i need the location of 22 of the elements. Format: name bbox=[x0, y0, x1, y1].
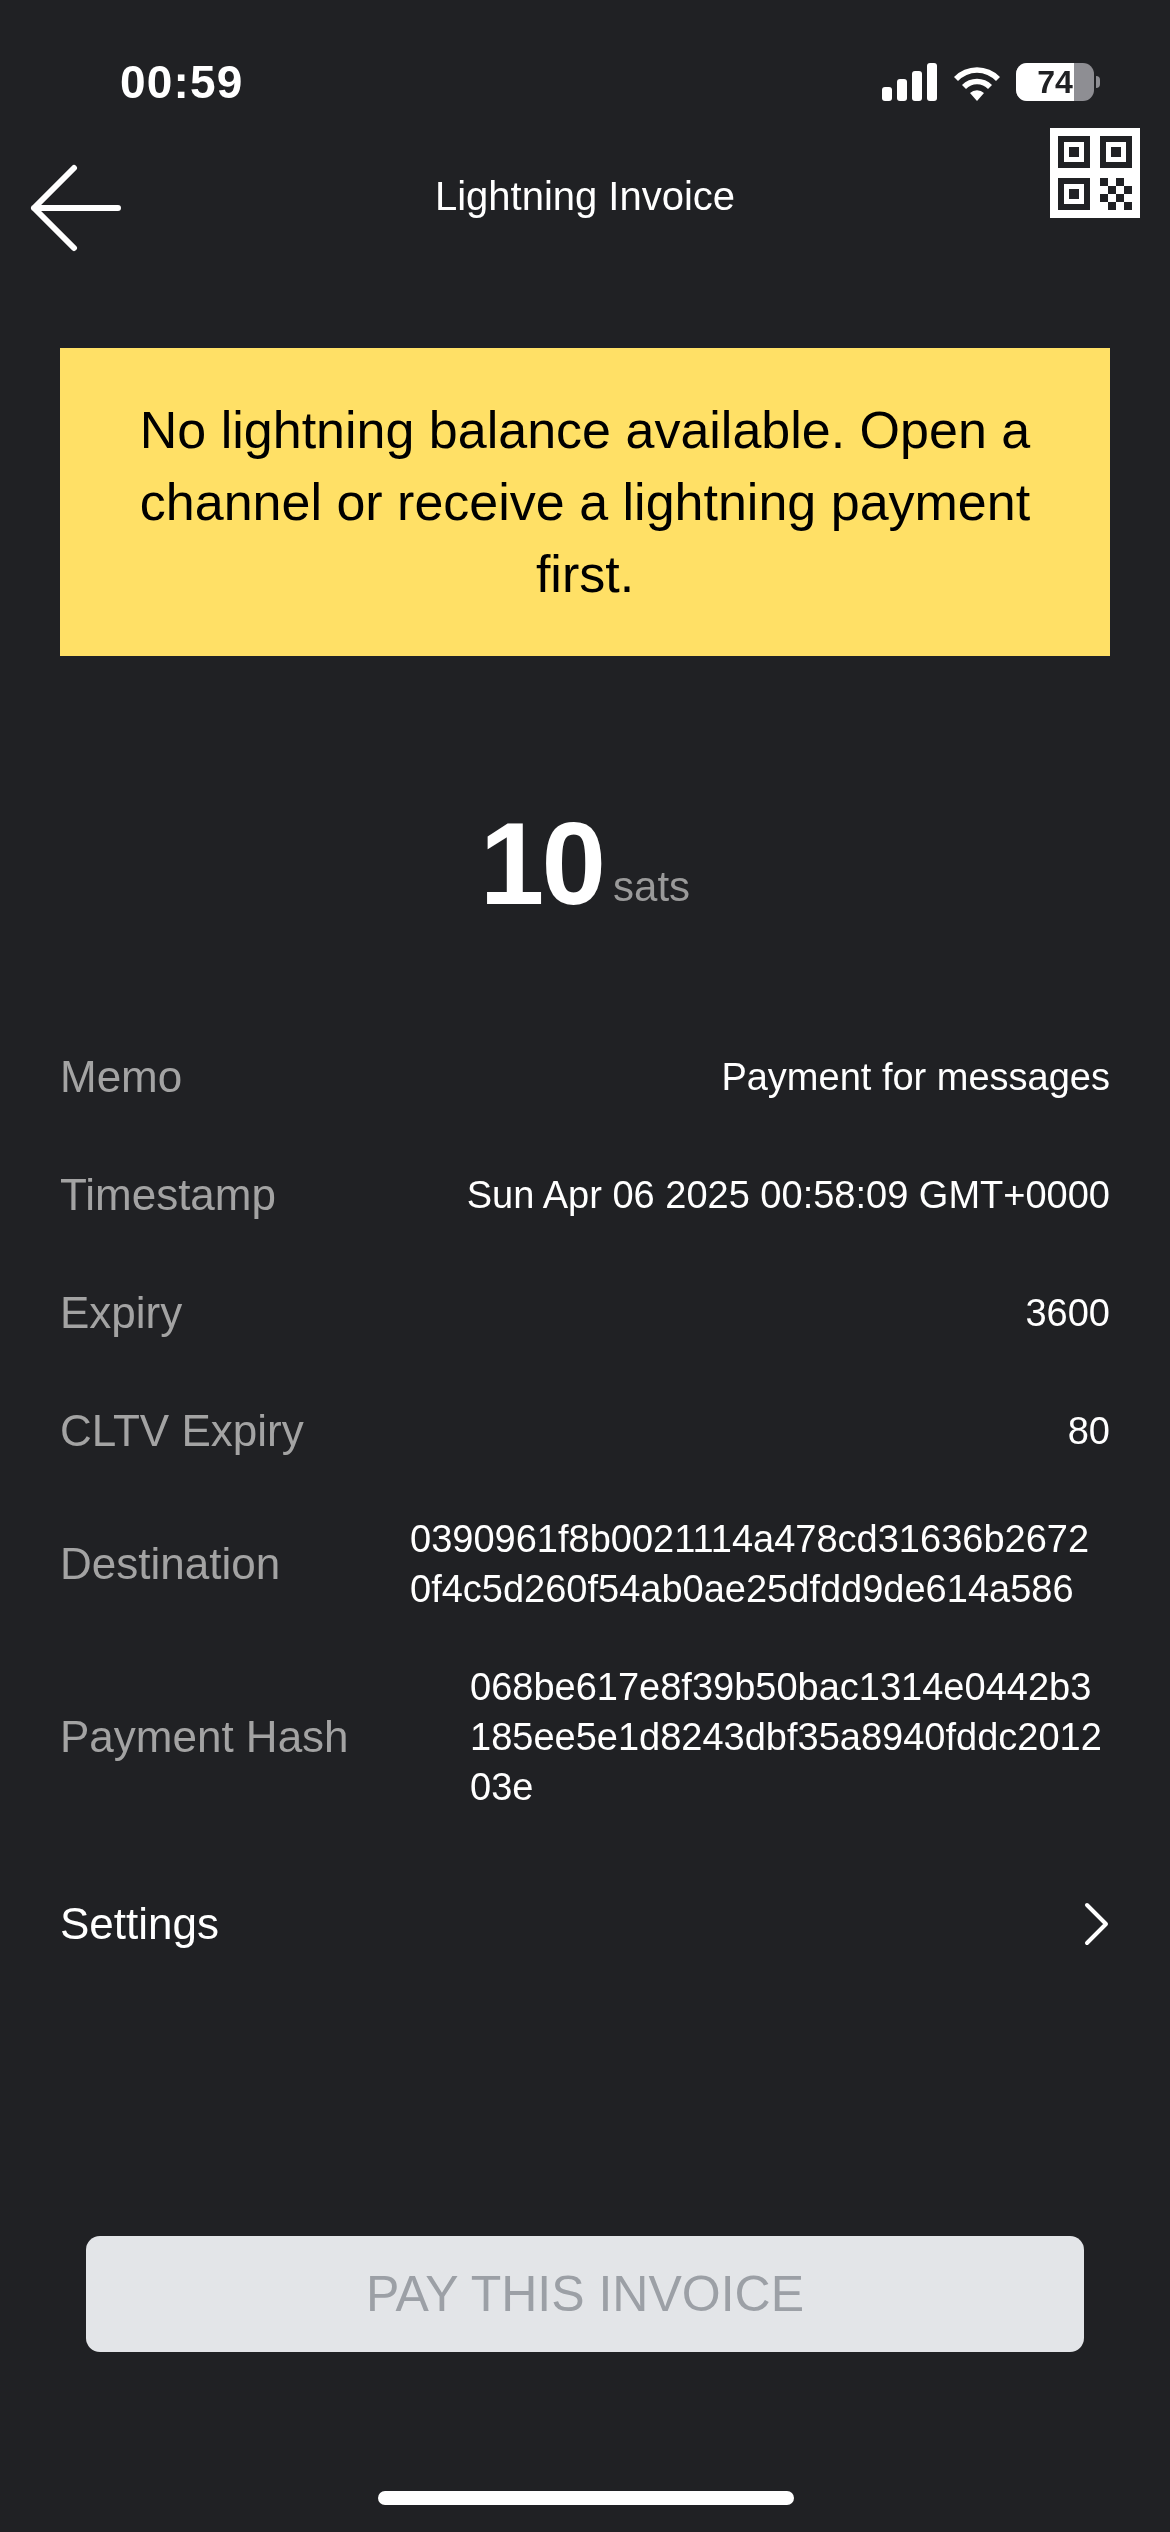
detail-label: Destination bbox=[60, 1538, 281, 1590]
detail-value: 3600 bbox=[1025, 1291, 1110, 1336]
detail-value: Sun Apr 06 2025 00:58:09 GMT+0000 bbox=[466, 1173, 1110, 1218]
amount-unit: sats bbox=[613, 862, 691, 912]
detail-value: 0390961f8b0021114a478cd31636b26720f4c5d260f54ab0ae25dfdd9de614a586 bbox=[410, 1517, 1091, 1612]
detail-label: Expiry bbox=[60, 1287, 183, 1339]
screen-title: Lightning Invoice bbox=[434, 173, 736, 220]
detail-label: Timestamp bbox=[60, 1169, 276, 1221]
warning-message: No lightning balance available. Open a channel or receive a lightning payment first. bbox=[138, 400, 1032, 605]
detail-value: 068be617e8f39b50bac1314e0442b3185ee5e1d8243dbf35a8940fddc201203e bbox=[470, 1665, 1103, 1810]
detail-label: CLTV Expiry bbox=[60, 1405, 304, 1457]
signal-icon bbox=[882, 63, 938, 101]
qr-code-icon[interactable] bbox=[1050, 128, 1140, 218]
chevron-right-icon[interactable] bbox=[1084, 1902, 1110, 1946]
detail-label: Memo bbox=[60, 1051, 183, 1103]
detail-value: 80 bbox=[1067, 1409, 1110, 1454]
settings-label[interactable]: Settings bbox=[60, 1891, 219, 1957]
detail-label: Payment Hash bbox=[60, 1711, 349, 1763]
detail-value: Payment for messages bbox=[721, 1055, 1110, 1100]
status-time: 00:59 bbox=[120, 54, 244, 110]
amount-value: 10 bbox=[479, 806, 604, 922]
battery-level: 74 bbox=[1037, 63, 1073, 101]
